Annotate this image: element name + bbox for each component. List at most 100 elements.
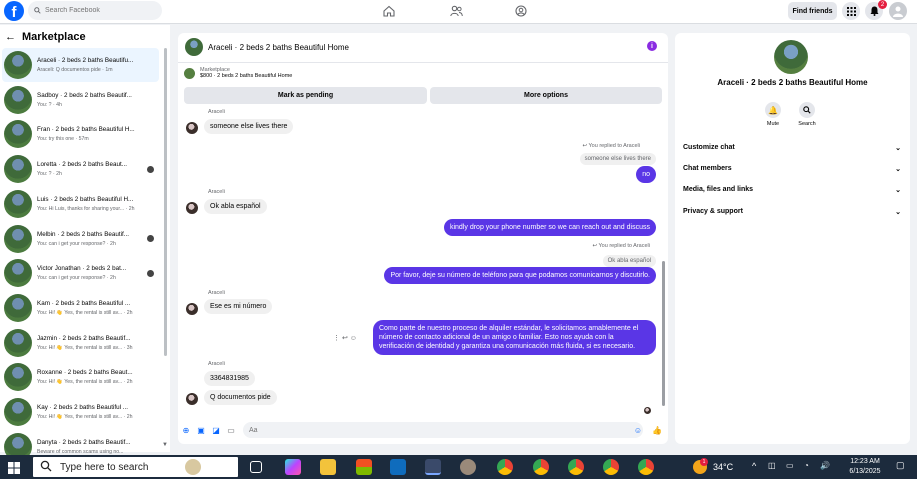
search-box[interactable] [28, 1, 162, 20]
friends-icon[interactable] [448, 3, 464, 19]
task-view-icon[interactable] [250, 461, 262, 473]
tray-chevron-up-icon[interactable]: ^ [752, 461, 756, 471]
network-icon[interactable]: ◫ [768, 461, 776, 470]
info-icon[interactable]: i [647, 41, 657, 51]
windows-taskbar: Type here to search 1 34°C ^ ◫ ▭ ◔ 🔊 12:… [0, 455, 917, 479]
conversation-avatar [774, 40, 808, 74]
conversation-item[interactable]: Roxanne · 2 beds 2 baths Beaut... You: Hi… [2, 360, 159, 394]
outgoing-message: kindly drop your phone number so we can … [443, 219, 656, 236]
listing-thumbnail [4, 85, 32, 114]
conversation-item[interactable]: Sadboy · 2 beds 2 baths Beautif... You: ?… [2, 83, 159, 117]
chrome-icon[interactable] [568, 459, 584, 475]
sender-name: Araceli [208, 109, 225, 115]
listing-thumbnail [4, 120, 32, 149]
volume-icon[interactable]: 🔊 [820, 461, 830, 470]
chat-members-row[interactable]: Chat members ⌄ [683, 165, 901, 173]
conversation-text: Fran · 2 beds 2 baths Beautiful H... You:… [37, 126, 149, 142]
conversation-item[interactable]: Loretta · 2 beds 2 baths Beaut... You: ? … [2, 152, 159, 186]
listing-thumbnail [4, 155, 32, 184]
sticker-icon[interactable]: ◪ [211, 425, 221, 435]
facebook-logo[interactable]: f [4, 1, 24, 21]
menu-grid-icon[interactable] [842, 2, 860, 20]
image-icon[interactable]: ▣ [196, 425, 206, 435]
message-input[interactable] [243, 422, 643, 438]
sender-avatar [186, 202, 198, 214]
chat-header[interactable]: Araceli · 2 beds 2 baths Beautiful Home [185, 38, 349, 56]
conversation-text: Araceli · 2 beds 2 baths Beautifu... Arac… [37, 57, 149, 73]
seen-avatar [147, 165, 154, 173]
mark-pending-button[interactable]: Mark as pending [184, 87, 427, 104]
chat-scrollbar[interactable] [662, 261, 665, 406]
taskbar-search-placeholder: Type here to search [60, 461, 149, 473]
sender-name: Araceli [208, 189, 225, 195]
conversation-preview: You: can i get your response? · 2h [37, 240, 116, 247]
more-options-button[interactable]: More options [430, 87, 662, 104]
conversation-preview: You: Hi Luis, thanks for sharing your...… [37, 205, 135, 212]
chrome-icon[interactable] [533, 459, 549, 475]
scroll-down-icon[interactable]: ▼ [162, 442, 168, 448]
listing-card[interactable]: Marketplace $800 · 2 beds 2 baths Beauti… [184, 67, 292, 79]
panel-title: Marketplace [22, 31, 86, 43]
active-app-icon[interactable] [425, 459, 441, 475]
account-avatar[interactable] [889, 2, 907, 20]
conversation-item[interactable]: Luis · 2 beds 2 baths Beautiful H... You:… [2, 187, 159, 221]
wifi-icon[interactable]: ◔ [804, 461, 809, 470]
search-highlight-icon[interactable] [185, 459, 201, 475]
app-icon[interactable] [460, 459, 476, 475]
conversation-name: Luis · 2 beds 2 baths Beautiful H... [37, 195, 134, 203]
battery-icon[interactable]: ▭ [786, 461, 794, 470]
notification-center-icon[interactable]: ▢ [896, 460, 905, 471]
emoji-icon[interactable]: ☺ [633, 425, 643, 435]
conversation-item[interactable]: Jazmin · 2 beds 2 baths Beautif... You: H… [2, 326, 159, 360]
conversation-name: Melbin · 2 beds 2 baths Beautif... [37, 230, 130, 238]
quoted-message: someone else lives there [579, 153, 656, 165]
copilot-icon[interactable] [285, 459, 301, 475]
conversation-item[interactable]: Victor Jonathan · 2 beds 2 bat... You: ca… [2, 256, 159, 290]
clock-time[interactable]: 12:23 AM [845, 458, 885, 465]
file-explorer-icon[interactable] [320, 459, 336, 475]
plus-icon[interactable]: ⊕ [181, 425, 191, 435]
chrome-icon[interactable] [603, 459, 619, 475]
search-label: Search [798, 121, 816, 127]
conversation-item[interactable]: Fran · 2 beds 2 baths Beautiful H... You:… [2, 117, 159, 151]
taskbar-search-box[interactable]: Type here to search [33, 457, 238, 477]
media-files-links-row[interactable]: Media, files and links ⌄ [683, 186, 901, 194]
message-thread: Araceli someone else lives there ↩ You r… [178, 107, 668, 419]
conversation-preview: You: Hi! 👋 Yes, the rental is still av..… [37, 379, 133, 386]
home-icon[interactable] [381, 3, 397, 19]
conversation-item[interactable]: Kay · 2 beds 2 baths Beautiful ... You: H… [2, 395, 159, 429]
outlook-icon[interactable] [390, 459, 406, 475]
conversation-preview: You: try this one · 57m [37, 136, 89, 143]
listing-thumbnail [4, 398, 32, 426]
incoming-message: Ok abla español [204, 199, 267, 214]
conversation-text: Kay · 2 beds 2 baths Beautiful ... You: H… [37, 404, 149, 420]
back-arrow-icon[interactable]: ← [5, 31, 16, 43]
windows-start-icon[interactable] [8, 461, 20, 474]
conversation-name: Araceli · 2 beds 2 baths Beautifu... [37, 57, 134, 64]
conversation-name: Fran · 2 beds 2 baths Beautiful H... [37, 126, 135, 134]
search-icon[interactable] [799, 102, 815, 118]
conversation-text: Victor Jonathan · 2 beds 2 bat... You: ca… [37, 265, 149, 281]
conversation-text: Kam · 2 beds 2 baths Beautiful ... You: H… [37, 300, 149, 316]
conversation-item[interactable]: Melbin · 2 beds 2 baths Beautif... You: c… [2, 222, 159, 256]
chrome-icon[interactable] [638, 459, 654, 475]
thumbs-up-icon[interactable]: 👍 [652, 425, 662, 435]
gif-icon[interactable]: ▭ [226, 425, 236, 435]
conversation-item[interactable]: Kam · 2 beds 2 baths Beautiful ... You: H… [2, 291, 159, 325]
conversation-name: Victor Jonathan · 2 beds 2 bat... [37, 265, 127, 273]
customize-chat-row[interactable]: Customize chat ⌄ [683, 144, 901, 152]
sidebar-scrollbar[interactable] [164, 48, 167, 356]
conversation-item[interactable]: Araceli · 2 beds 2 baths Beautifu... Arac… [2, 48, 159, 82]
chevron-down-icon: ⌄ [895, 187, 901, 194]
mute-label: Mute [766, 121, 780, 127]
mute-bell-icon[interactable]: 🔔 [765, 102, 781, 118]
microsoft-store-icon[interactable] [356, 459, 372, 475]
find-friends-button[interactable]: Find friends [788, 2, 837, 20]
chrome-icon[interactable] [497, 459, 513, 475]
message-actions[interactable]: ⋮ ↩ ☺ [333, 334, 357, 342]
privacy-support-row[interactable]: Privacy & support ⌄ [683, 208, 901, 216]
clock-date[interactable]: 6/13/2025 [841, 468, 889, 475]
groups-icon[interactable] [513, 3, 529, 19]
conversation-preview: You: Hi! 👋 Yes, the rental is still av..… [37, 414, 133, 420]
search-input[interactable] [45, 7, 145, 14]
